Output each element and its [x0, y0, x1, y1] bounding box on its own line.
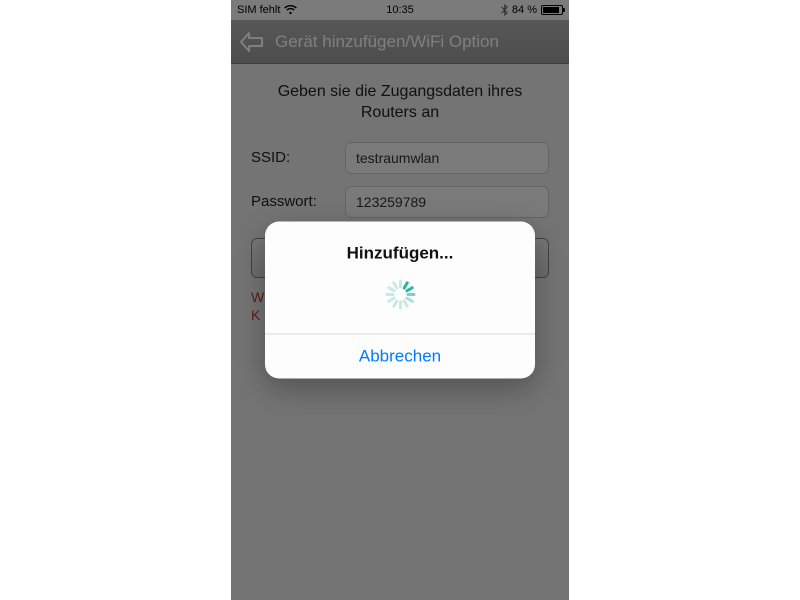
bluetooth-icon	[501, 4, 508, 16]
instruction-text: Geben sie die Zugangsdaten ihres Routers…	[251, 82, 549, 124]
dialog-title: Hinzufügen...	[281, 244, 519, 264]
nav-bar: Gerät hinzufügen/WiFi Option	[231, 20, 569, 64]
wifi-icon	[284, 5, 297, 15]
spinner-icon	[385, 280, 415, 310]
back-button[interactable]	[237, 28, 267, 56]
loading-dialog: Hinzufügen... Abbrechen	[265, 222, 535, 379]
cancel-button[interactable]: Abbrechen	[265, 335, 535, 379]
status-bar: SIM fehlt 10:35 84 %	[231, 0, 569, 20]
ssid-label: SSID:	[251, 149, 335, 166]
phone-frame: SIM fehlt 10:35 84 % Gerät hinzufügen/Wi…	[231, 0, 569, 600]
nav-title: Gerät hinzufügen/WiFi Option	[275, 32, 499, 52]
password-row: Passwort:	[251, 186, 549, 218]
battery-icon	[541, 5, 563, 15]
password-input[interactable]	[345, 186, 549, 218]
password-label: Passwort:	[251, 193, 335, 210]
battery-percent: 84 %	[512, 4, 537, 16]
ssid-row: SSID:	[251, 142, 549, 174]
ssid-input[interactable]	[345, 142, 549, 174]
carrier-label: SIM fehlt	[237, 4, 280, 16]
